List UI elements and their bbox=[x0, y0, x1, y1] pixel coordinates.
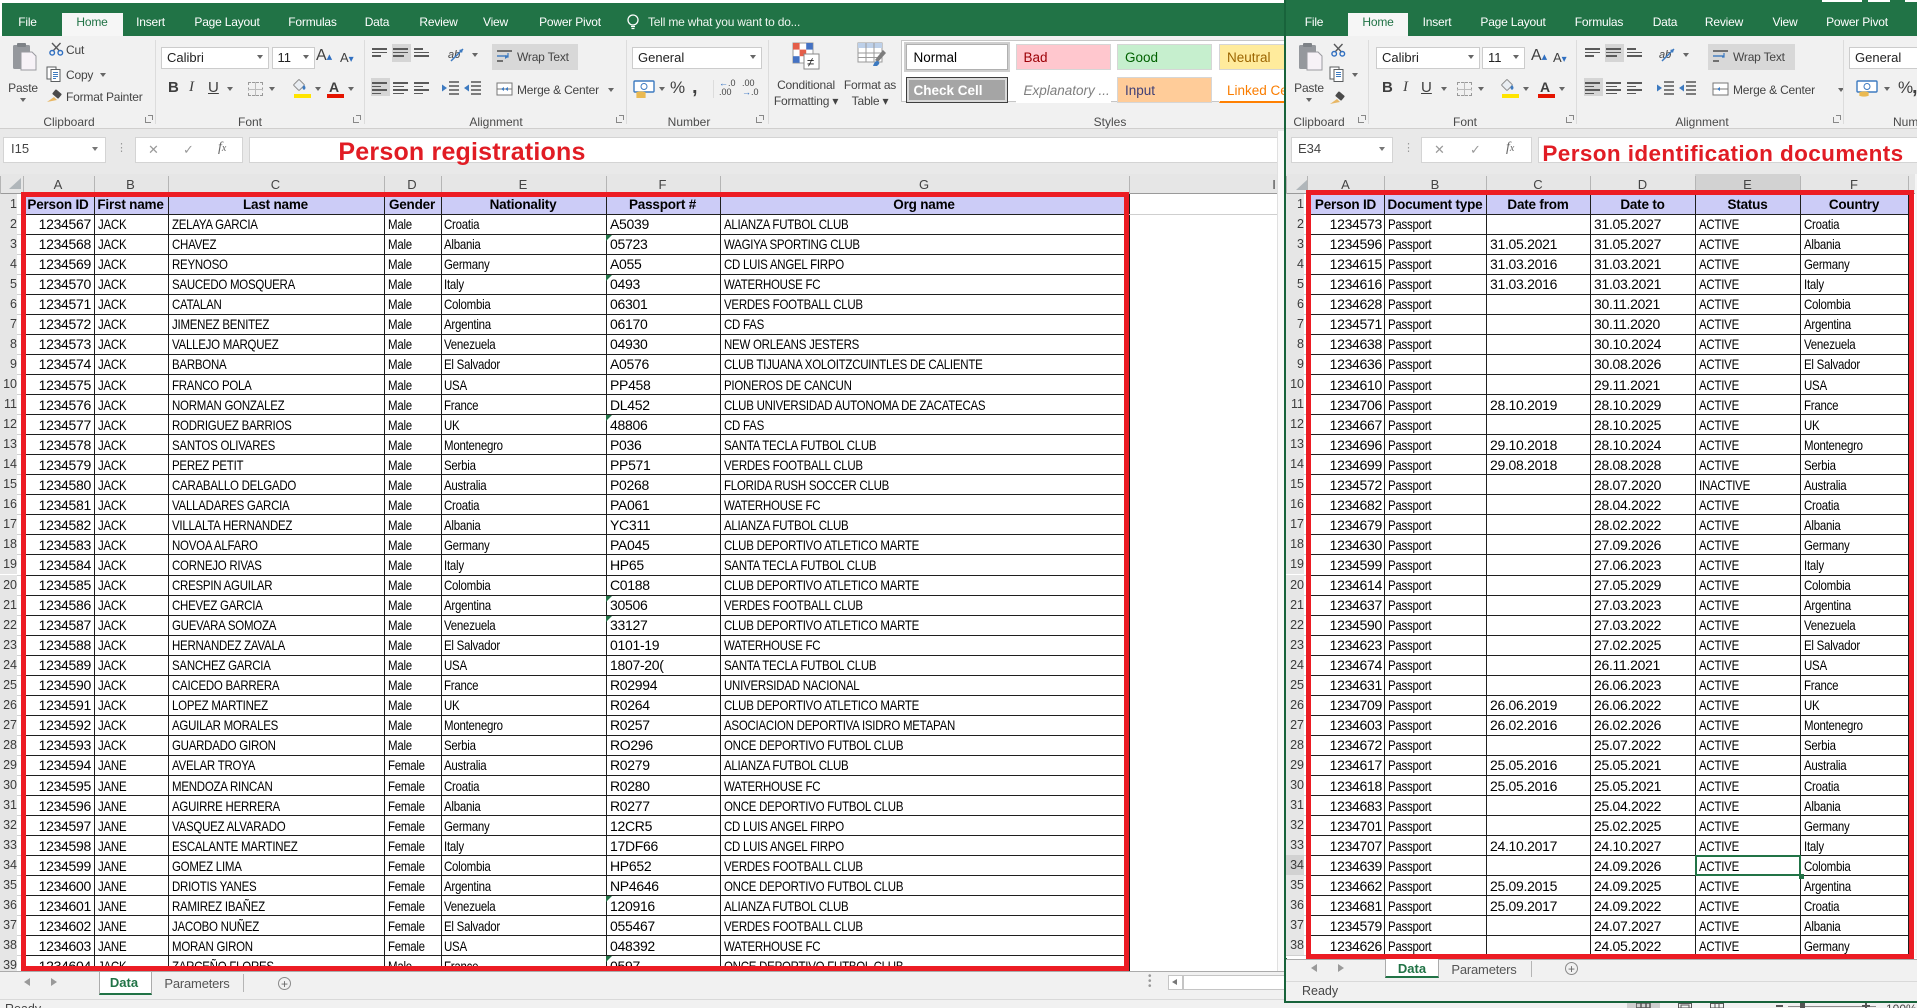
svg-text:ab: ab bbox=[448, 49, 460, 61]
svg-text:ab: ab bbox=[1659, 49, 1671, 61]
svg-text:≠: ≠ bbox=[807, 55, 814, 70]
